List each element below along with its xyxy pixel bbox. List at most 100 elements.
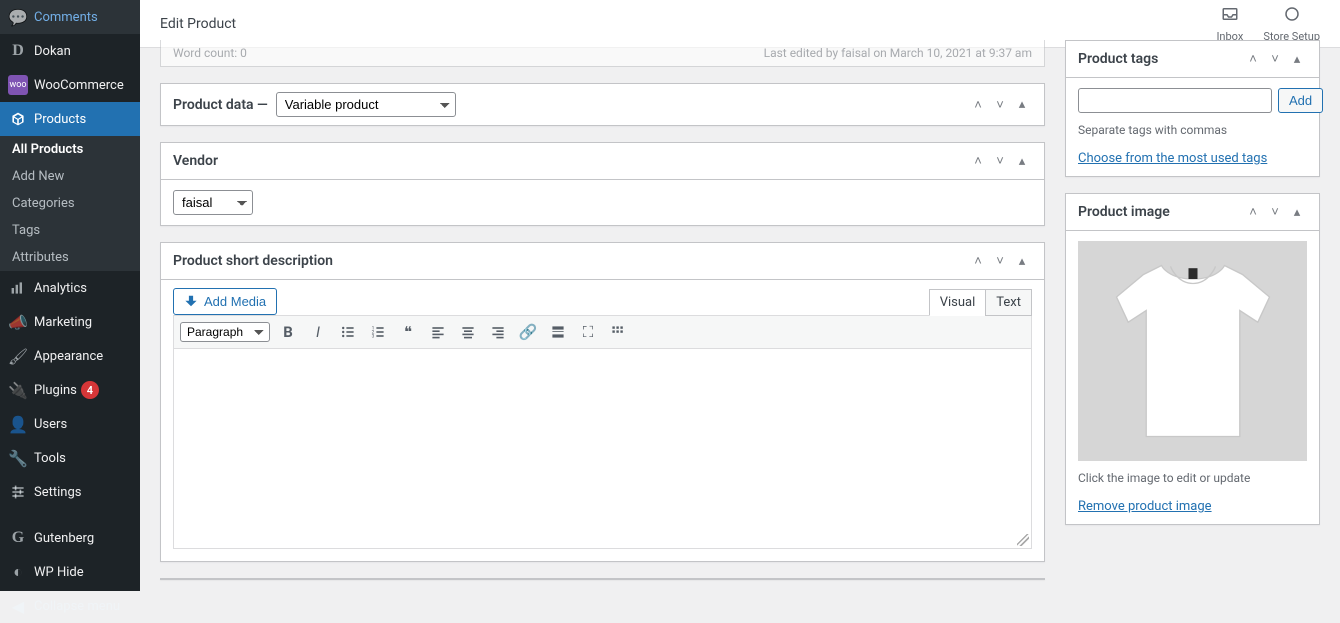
italic-icon[interactable]: I (306, 320, 330, 344)
resize-grip[interactable] (1017, 534, 1029, 546)
sidebar-item-label: Dokan (34, 44, 71, 59)
format-select[interactable]: Paragraph (180, 322, 270, 342)
move-up-icon[interactable]: ˄ (1243, 49, 1263, 69)
analytics-icon (8, 278, 28, 298)
sub-item-add-new[interactable]: Add New (0, 163, 140, 190)
toggle-icon[interactable]: ▴ (1012, 251, 1032, 271)
sidebar-item-users[interactable]: 👤 Users (0, 407, 140, 441)
bold-icon[interactable]: B (276, 320, 300, 344)
sidebar-item-marketing[interactable]: 📣Marketing (0, 305, 140, 339)
editor-footer-strip: Word count: 0 Last edited by faisal on M… (160, 40, 1045, 67)
align-right-icon[interactable] (486, 320, 510, 344)
product-image-thumbnail[interactable] (1078, 241, 1307, 461)
sidebar-item-gutenberg[interactable]: G Gutenberg (0, 521, 140, 555)
collapse-icon: ◀ (8, 596, 28, 616)
product-data-label: Product data — (173, 97, 268, 113)
choose-tags-link[interactable]: Choose from the most used tags (1078, 151, 1267, 166)
move-up-icon[interactable]: ˄ (968, 95, 988, 115)
sidebar-item-plugins[interactable]: 🔌Plugins4 (0, 373, 140, 407)
sidebar-item-comments[interactable]: 💬 Comments (0, 0, 140, 34)
sidebar-item-label: Settings (34, 485, 81, 500)
product-tags-metabox: Product tags ˄ ˅ ▴ Add Separate tags wit… (1065, 40, 1320, 177)
tags-input[interactable] (1078, 88, 1272, 113)
sidebar-item-settings[interactable]: Settings (0, 475, 140, 509)
align-left-icon[interactable] (426, 320, 450, 344)
sidebar-item-label: WP Hide (34, 565, 84, 580)
tags-help: Separate tags with commas (1078, 123, 1307, 137)
toggle-icon[interactable]: ▴ (1287, 202, 1307, 222)
toolbar-toggle-icon[interactable] (606, 320, 630, 344)
sidebar-item-label: Comments (34, 10, 98, 25)
bullet-list-icon[interactable] (336, 320, 360, 344)
dokan-icon: D (8, 41, 28, 61)
short-desc-title: Product short description (173, 253, 333, 269)
move-down-icon[interactable]: ˅ (990, 151, 1010, 171)
settings-icon (8, 482, 28, 502)
vendor-select[interactable]: faisal (173, 190, 253, 215)
sidebar-item-tools[interactable]: 🔧 Tools (0, 441, 140, 475)
move-up-icon[interactable]: ˄ (968, 151, 988, 171)
last-edited: Last edited by faisal on March 10, 2021 … (764, 46, 1032, 60)
inbox-icon (1221, 5, 1239, 28)
inbox-button[interactable]: Inbox (1216, 5, 1243, 43)
sub-item-all-products[interactable]: All Products (0, 136, 140, 163)
move-down-icon[interactable]: ˅ (990, 251, 1010, 271)
move-down-icon[interactable]: ˅ (1265, 202, 1285, 222)
products-icon (8, 109, 28, 129)
editor-textarea[interactable] (173, 349, 1032, 549)
toggle-icon[interactable]: ▴ (1287, 49, 1307, 69)
toggle-icon[interactable]: ▴ (1012, 151, 1032, 171)
sub-item-categories[interactable]: Categories (0, 190, 140, 217)
product-image-metabox: Product image ˄ ˅ ▴ (1065, 193, 1320, 525)
tshirt-icon (1103, 251, 1283, 451)
add-tag-button[interactable]: Add (1278, 88, 1323, 113)
product-data-metabox: Product data — Variable product ˄ ˅ ▴ (160, 83, 1045, 126)
move-down-icon[interactable]: ˅ (990, 95, 1010, 115)
tab-visual[interactable]: Visual (929, 289, 987, 316)
tab-text[interactable]: Text (985, 289, 1032, 316)
appearance-icon: 🖌 (8, 346, 28, 366)
collapse-menu[interactable]: ◀Collapse menu (0, 589, 140, 623)
blockquote-icon[interactable]: ❝ (396, 320, 420, 344)
sidebar-item-wp-hide[interactable]: ◐WP Hide (0, 555, 140, 589)
editor-toolbar: Paragraph B I 123 ❝ 🔗 ⛶ (173, 315, 1032, 349)
sidebar-submenu: All Products Add New Categories Tags Att… (0, 136, 140, 271)
admin-sidebar: 💬 Comments D Dokan woo WooCommerce Products… (0, 0, 140, 591)
link-icon[interactable]: 🔗 (516, 320, 540, 344)
sidebar-item-woocommerce[interactable]: woo WooCommerce (0, 68, 140, 102)
sidebar-item-label: Marketing (34, 315, 92, 330)
sidebar-item-label: Plugins (34, 383, 77, 398)
sidebar-item-appearance[interactable]: 🖌Appearance (0, 339, 140, 373)
move-up-icon[interactable]: ˄ (968, 251, 988, 271)
woo-icon: woo (8, 75, 28, 95)
numbered-list-icon[interactable]: 123 (366, 320, 390, 344)
store-setup-button[interactable]: Store Setup (1263, 5, 1320, 43)
sidebar-item-label: Users (34, 417, 67, 432)
store-setup-icon (1283, 5, 1301, 28)
move-up-icon[interactable]: ˄ (1243, 202, 1263, 222)
sidebar-item-dokan[interactable]: D Dokan (0, 34, 140, 68)
word-count: Word count: 0 (173, 46, 247, 60)
product-type-select[interactable]: Variable product (276, 92, 456, 117)
media-icon (184, 293, 198, 310)
sidebar-item-analytics[interactable]: Analytics (0, 271, 140, 305)
next-metabox-peek (160, 578, 1045, 580)
tools-icon: 🔧 (8, 448, 28, 468)
sidebar-item-label: Gutenberg (34, 531, 94, 546)
comments-icon: 💬 (8, 7, 28, 27)
toggle-icon[interactable]: ▴ (1012, 95, 1032, 115)
remove-image-link[interactable]: Remove product image (1078, 499, 1212, 514)
gutenberg-icon: G (8, 528, 28, 548)
add-media-button[interactable]: Add Media (173, 288, 277, 315)
sidebar-item-label: Tools (34, 451, 66, 466)
sidebar-item-label: WooCommerce (34, 78, 124, 93)
align-center-icon[interactable] (456, 320, 480, 344)
sub-item-tags[interactable]: Tags (0, 217, 140, 244)
sub-item-attributes[interactable]: Attributes (0, 244, 140, 271)
move-down-icon[interactable]: ˅ (1265, 49, 1285, 69)
read-more-icon[interactable] (546, 320, 570, 344)
vendor-metabox: Vendor ˄ ˅ ▴ faisal (160, 142, 1045, 226)
fullscreen-icon[interactable]: ⛶ (576, 320, 600, 344)
users-icon: 👤 (8, 414, 28, 434)
sidebar-item-products[interactable]: Products (0, 102, 140, 136)
